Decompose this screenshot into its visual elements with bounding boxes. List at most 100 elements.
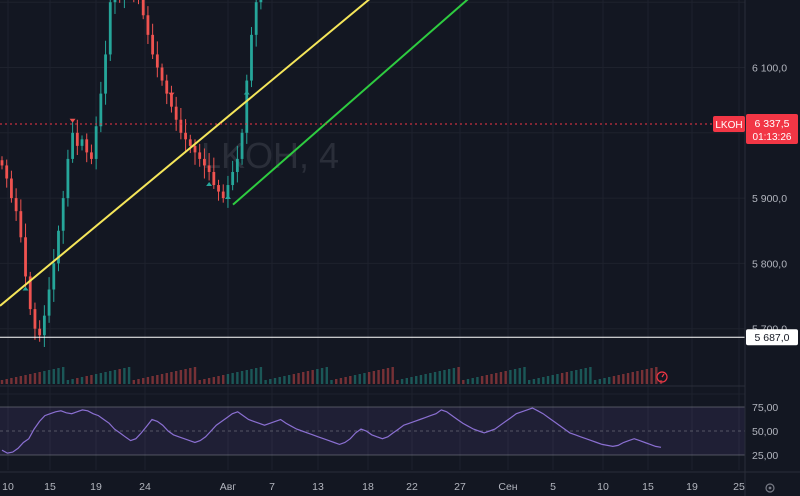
volume-bar (99, 373, 103, 384)
candle[interactable] (19, 211, 23, 238)
volume-bar (542, 377, 545, 384)
volume-bar (170, 372, 173, 384)
volume-bar (19, 376, 23, 384)
price-chart[interactable]: LKOH, 4 5 700,05 800,05 900,06 000,06 10… (0, 0, 800, 496)
candle[interactable] (71, 132, 75, 159)
volume-bar (292, 374, 296, 384)
candle[interactable] (188, 139, 192, 146)
candle[interactable] (254, 2, 258, 35)
candle[interactable] (66, 158, 70, 199)
candle[interactable] (160, 67, 164, 81)
candle[interactable] (179, 119, 183, 133)
candle[interactable] (108, 2, 112, 55)
candle[interactable] (245, 80, 249, 133)
volume-bar (14, 377, 18, 384)
volume-bar (433, 372, 437, 384)
volume-bar (193, 367, 197, 384)
volume-bar (123, 368, 126, 384)
volume-bar (471, 378, 474, 384)
candle[interactable] (259, 0, 263, 3)
volume-bar (109, 371, 112, 384)
candle[interactable] (151, 34, 155, 55)
volume-bar (33, 373, 37, 384)
volume-bar (259, 367, 263, 384)
volume-bar (212, 377, 216, 384)
candle[interactable] (146, 15, 150, 35)
candle[interactable] (24, 237, 27, 277)
watermark: LKOH, 4 (201, 135, 339, 176)
candle[interactable] (184, 132, 187, 140)
candle[interactable] (42, 315, 46, 336)
volume-bar (400, 379, 404, 384)
candle[interactable] (165, 80, 169, 94)
candle[interactable] (75, 132, 79, 146)
volume-bar (61, 367, 65, 384)
candle[interactable] (198, 152, 202, 159)
volume-bar (325, 367, 328, 384)
volume-bar (410, 377, 413, 384)
volume-bar (584, 368, 587, 384)
volume-bar (316, 369, 319, 384)
candle[interactable] (221, 191, 225, 199)
candle[interactable] (231, 171, 235, 186)
candle[interactable] (94, 126, 98, 159)
time-tick-label: 10 (597, 481, 609, 493)
candle[interactable] (250, 34, 253, 81)
candle[interactable] (0, 160, 4, 166)
volume-bar (358, 374, 361, 384)
candle[interactable] (38, 328, 42, 336)
candle[interactable] (10, 178, 13, 199)
candle[interactable] (61, 198, 65, 231)
volume-bar (650, 368, 653, 384)
volume-bar (29, 374, 32, 384)
volume-bar (377, 370, 380, 384)
volume-bar (608, 377, 611, 384)
candle[interactable] (85, 139, 89, 153)
candle[interactable] (193, 145, 197, 153)
price-tick-label: 5 900,0 (752, 193, 787, 205)
volume-bar (462, 380, 465, 384)
candle[interactable] (90, 152, 93, 159)
volume-bar (551, 375, 554, 384)
volume-bar (349, 376, 352, 384)
volume-bar (528, 380, 531, 384)
candle[interactable] (47, 289, 51, 316)
time-tick-label: Авг (220, 481, 237, 493)
volume-bar (575, 370, 578, 384)
volume-bar (287, 375, 291, 384)
volume-bar (513, 369, 517, 384)
candle[interactable] (5, 165, 9, 179)
candle[interactable] (207, 165, 211, 172)
volume-bar (297, 373, 300, 384)
volume-bar (339, 378, 343, 384)
candle[interactable] (212, 171, 216, 186)
volume-bar (579, 369, 583, 384)
volume-bar (80, 377, 84, 384)
candle[interactable] (113, 0, 117, 3)
time-tick-label: 18 (362, 481, 374, 493)
volume-bar (0, 380, 4, 384)
candle[interactable] (174, 106, 178, 120)
time-tick-label: 19 (686, 481, 698, 493)
candle[interactable] (235, 158, 239, 172)
candle[interactable] (240, 132, 244, 159)
candle[interactable] (141, 0, 145, 16)
volume-bar (443, 370, 446, 384)
volume-bar (207, 378, 211, 384)
candle[interactable] (217, 185, 220, 192)
volume-bar (174, 371, 178, 384)
candle[interactable] (33, 309, 37, 329)
candle[interactable] (104, 54, 107, 94)
candle[interactable] (52, 263, 56, 290)
candle[interactable] (99, 93, 103, 127)
time-tick-label: 7 (269, 481, 275, 493)
candle[interactable] (203, 158, 206, 166)
volume-bar (278, 377, 281, 384)
candle[interactable] (155, 54, 159, 68)
volume-bar (38, 372, 41, 384)
candle[interactable] (80, 139, 84, 146)
volume-bar (480, 376, 484, 384)
volume-bar (146, 377, 150, 384)
time-tick-label: 22 (406, 481, 418, 493)
candle[interactable] (14, 198, 18, 212)
